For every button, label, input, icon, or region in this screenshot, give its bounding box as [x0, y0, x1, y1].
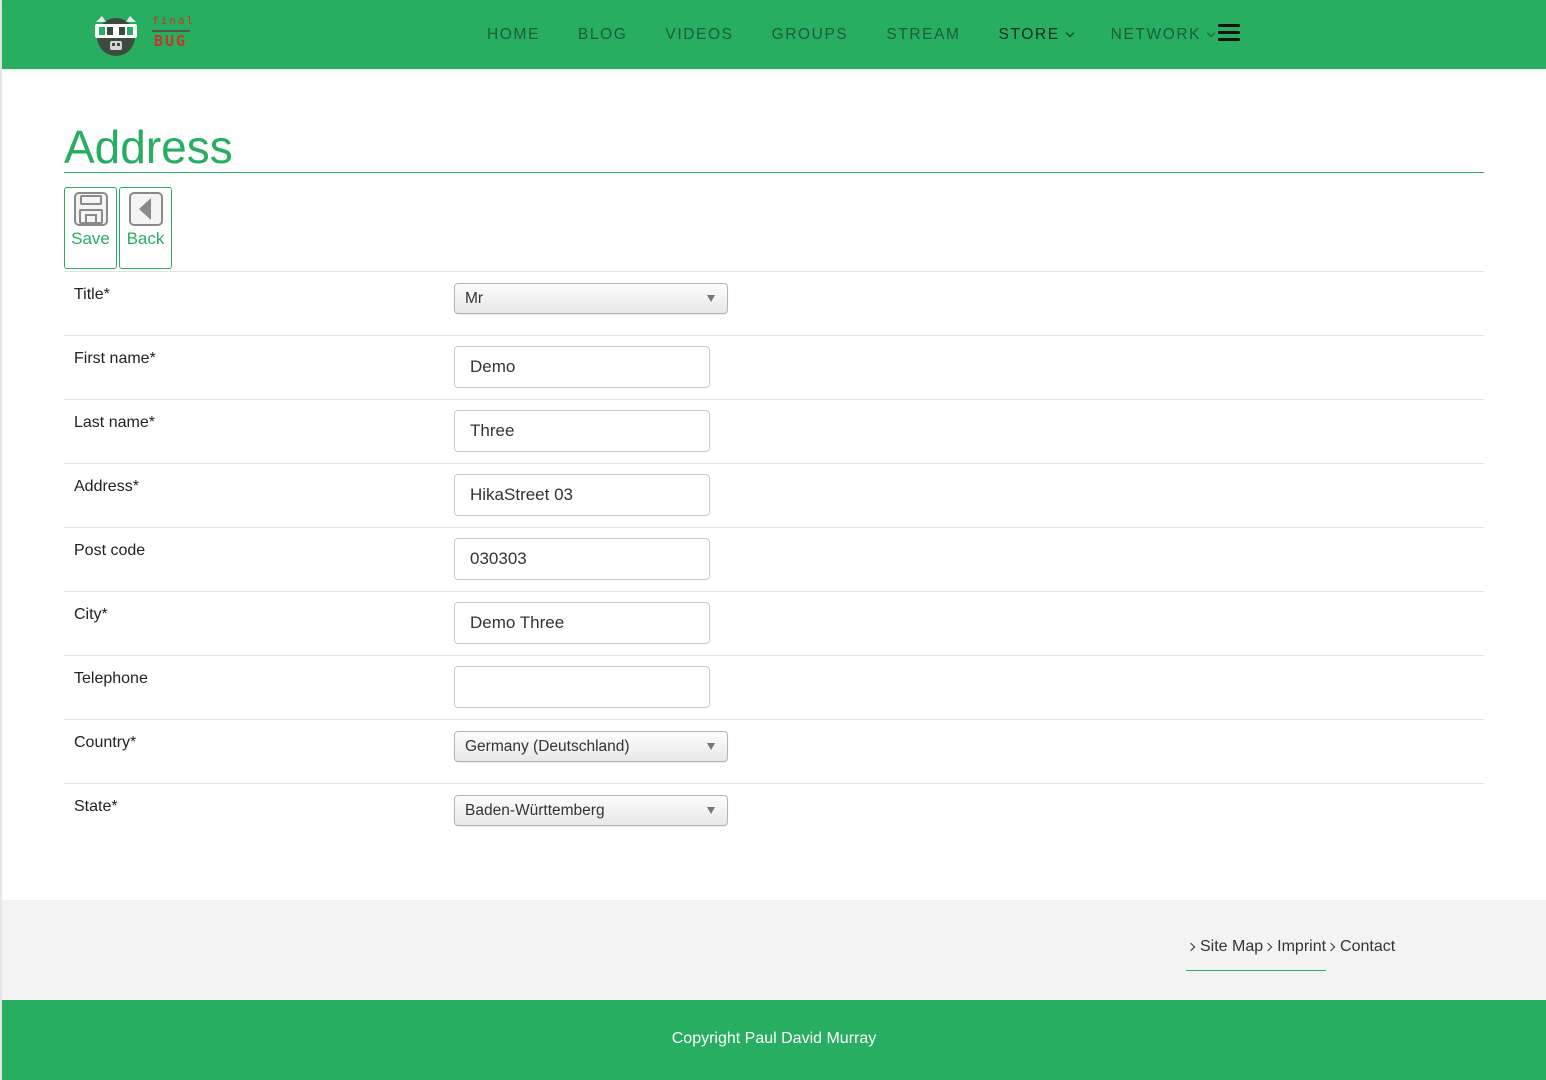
form-row-title: Title* Mr — [64, 271, 1484, 335]
title-label: Title* — [74, 286, 110, 303]
back-label: Back — [126, 229, 165, 248]
copyright-text: Copyright Paul David Murray — [671, 1030, 877, 1047]
chevron-down-icon — [1206, 28, 1216, 37]
country-select-value: Germany (Deutschland) — [465, 737, 630, 755]
logo-top-text: final — [152, 14, 196, 27]
chevron-right-icon — [1263, 942, 1273, 952]
floppy-disk-icon — [73, 192, 108, 226]
title-select[interactable]: Mr — [454, 283, 728, 314]
nav-item-blog[interactable]: BLOG — [559, 26, 646, 44]
telephone-label: Telephone — [74, 670, 148, 687]
nav-item-label: BLOG — [577, 25, 628, 43]
last-name-input[interactable] — [454, 410, 710, 452]
form-toolbar: Save Back — [64, 187, 174, 269]
address-input[interactable] — [454, 474, 710, 516]
dropdown-arrow-icon — [707, 807, 715, 814]
form-row-city: City* — [64, 591, 1484, 655]
footer-link-label: Site Map — [1200, 938, 1264, 955]
dropdown-arrow-icon — [707, 295, 715, 302]
chevron-down-icon — [1065, 28, 1074, 37]
state-label: State* — [74, 798, 118, 815]
site-logo[interactable]: final BUG — [92, 10, 196, 58]
state-select-value: Baden-Württemberg — [465, 801, 605, 819]
form-row-address: Address* — [64, 463, 1484, 527]
footer-bar: Copyright Paul David Murray — [2, 1000, 1546, 1080]
nav-item-home[interactable]: HOME — [468, 26, 559, 44]
chevron-right-icon — [1326, 942, 1336, 952]
city-input[interactable] — [454, 602, 710, 644]
form-row-last-name: Last name* — [64, 399, 1484, 463]
save-label: Save — [71, 229, 110, 248]
telephone-input[interactable] — [454, 666, 710, 708]
nav-item-label: VIDEOS — [665, 25, 734, 43]
footer-links: Site Map Imprint Contact — [1186, 938, 1395, 971]
footer-link-imprint[interactable]: Imprint — [1263, 938, 1326, 971]
hamburger-icon[interactable] — [1218, 24, 1240, 44]
city-label: City* — [74, 606, 108, 623]
nav-item-label: HOME — [487, 25, 540, 43]
nav-item-label: GROUPS — [771, 25, 849, 43]
save-button[interactable]: Save — [64, 187, 117, 269]
nav-item-label: NETWORK — [1110, 25, 1202, 43]
nav-item-stream[interactable]: STREAM — [867, 26, 979, 44]
nav-item-store[interactable]: STORE — [980, 26, 1092, 44]
form-row-telephone: Telephone — [64, 655, 1484, 719]
back-arrow-icon — [128, 192, 163, 226]
nav-item-label: STREAM — [886, 25, 961, 43]
footer-link-label: Imprint — [1277, 938, 1327, 955]
nav-item-groups[interactable]: GROUPS — [753, 26, 868, 44]
post-code-input[interactable] — [454, 538, 710, 580]
country-select[interactable]: Germany (Deutschland) — [454, 731, 728, 762]
form-row-post-code: Post code — [64, 527, 1484, 591]
title-select-value: Mr — [465, 289, 484, 307]
form-row-state: State* Baden-Württemberg — [64, 783, 1484, 847]
chevron-right-icon — [1186, 942, 1196, 952]
page: final BUG HOME BLOG VIDEOS GROUPS STREAM… — [0, 0, 1546, 1080]
first-name-label: First name* — [74, 350, 156, 367]
final-bug-logo-icon — [95, 16, 137, 56]
nav-item-label: STORE — [998, 25, 1060, 43]
main-nav: HOME BLOG VIDEOS GROUPS STREAM STORE NET… — [468, 0, 1233, 69]
country-label: Country* — [74, 734, 137, 751]
last-name-label: Last name* — [74, 414, 155, 431]
dropdown-arrow-icon — [707, 743, 715, 750]
nav-item-videos[interactable]: VIDEOS — [646, 26, 752, 44]
address-form: Title* Mr First name* Last name* Address… — [64, 271, 1484, 847]
title-divider — [64, 172, 1484, 173]
address-label: Address* — [74, 478, 139, 495]
state-select[interactable]: Baden-Württemberg — [454, 795, 728, 826]
first-name-input[interactable] — [454, 346, 710, 388]
logo-main-text: BUG — [154, 32, 188, 50]
footer-link-label: Contact — [1340, 938, 1396, 955]
post-code-label: Post code — [74, 542, 146, 559]
top-navigation-bar: final BUG HOME BLOG VIDEOS GROUPS STREAM… — [2, 0, 1546, 69]
nav-item-network[interactable]: NETWORK — [1092, 26, 1233, 44]
form-row-first-name: First name* — [64, 335, 1484, 399]
back-button[interactable]: Back — [119, 187, 172, 269]
page-title: Address — [64, 121, 233, 173]
footer-link-contact[interactable]: Contact — [1326, 938, 1395, 971]
form-row-country: Country* Germany (Deutschland) — [64, 719, 1484, 783]
footer-link-site-map[interactable]: Site Map — [1186, 938, 1264, 971]
